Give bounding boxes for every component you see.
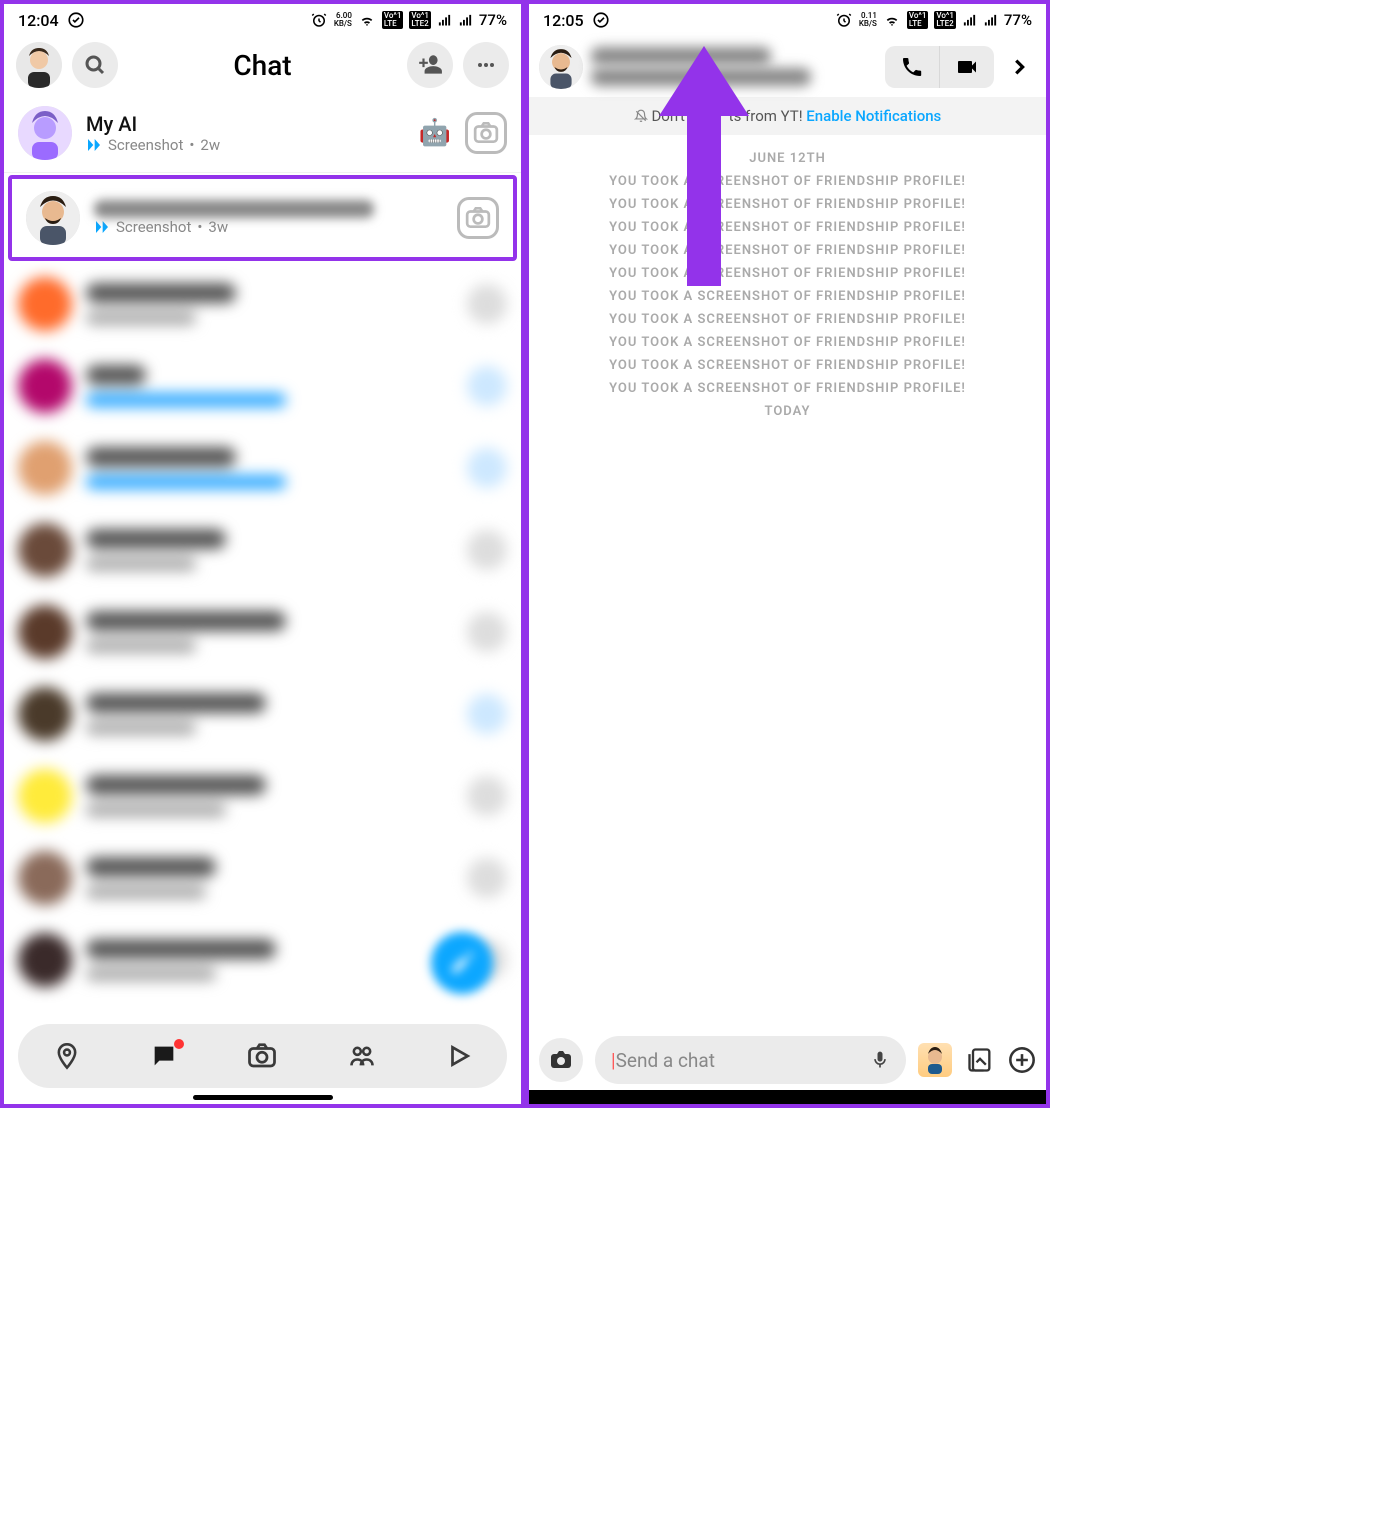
log-line: YOU TOOK A SCREENSHOT OF FRIENDSHIP PROF… xyxy=(541,381,1034,396)
log-date: JUNE 12TH xyxy=(541,151,1034,166)
friend-name-blurred xyxy=(591,44,877,89)
enable-notifications-link[interactable]: Enable Notifications xyxy=(806,107,941,125)
annotation-highlight-box: Screenshot • 3w xyxy=(8,175,517,261)
log-line: YOU TOOK A SCREENSHOT OF FRIENDSHIP PROF… xyxy=(541,289,1034,304)
chat-text-input[interactable]: |Send a chat xyxy=(595,1036,906,1084)
data-speed: 0.11KB/S xyxy=(859,12,877,28)
notification-dot xyxy=(174,1039,184,1049)
alarm-icon xyxy=(310,11,328,29)
robot-icon: 🤖 xyxy=(419,118,451,148)
camera-shortcut[interactable] xyxy=(465,112,507,154)
clock: 12:05 xyxy=(543,11,584,30)
chat-name: My AI xyxy=(86,112,405,136)
log-line: YOU TOOK A SCREENSHOT OF FRIENDSHIP PROF… xyxy=(541,243,1034,258)
signal-icon-1 xyxy=(437,13,452,28)
volte-badge-1: Vo^1LTE xyxy=(907,11,929,29)
conversation-header[interactable] xyxy=(529,36,1046,97)
page-title: Chat xyxy=(128,49,397,82)
wifi-icon xyxy=(883,11,901,29)
battery-text: 77% xyxy=(479,11,507,29)
camera-shortcut[interactable] xyxy=(457,197,499,239)
nav-spotlight[interactable] xyxy=(446,1043,472,1069)
chat-log: JUNE 12TH YOU TOOK A SCREENSHOT OF FRIEN… xyxy=(529,135,1046,437)
nav-stories[interactable] xyxy=(347,1042,377,1070)
chat-row-friend[interactable]: Screenshot • 3w xyxy=(12,179,513,257)
alarm-icon xyxy=(835,11,853,29)
search-button[interactable] xyxy=(72,42,118,88)
clock: 12:04 xyxy=(18,11,59,30)
nav-map[interactable] xyxy=(53,1042,81,1070)
check-icon xyxy=(592,11,610,29)
call-buttons xyxy=(885,46,994,88)
log-line: YOU TOOK A SCREENSHOT OF FRIENDSHIP PROF… xyxy=(541,266,1034,281)
phone-right: 12:05 0.11KB/S Vo^1LTE Vo^1LTE2 77% xyxy=(525,0,1050,1108)
camera-button[interactable] xyxy=(539,1038,583,1082)
chevron-right-icon[interactable] xyxy=(1002,56,1036,78)
video-call-button[interactable] xyxy=(940,46,994,88)
screenshot-icon xyxy=(86,137,102,153)
statusbar: 12:05 0.11KB/S Vo^1LTE Vo^1LTE2 77% xyxy=(529,4,1046,36)
log-today: TODAY xyxy=(541,404,1034,419)
blurred-chat-list xyxy=(4,263,521,1001)
mic-icon[interactable] xyxy=(870,1048,890,1072)
avatar-myai xyxy=(18,106,72,160)
log-line: YOU TOOK A SCREENSHOT OF FRIENDSHIP PROF… xyxy=(541,197,1034,212)
signal-icon-1 xyxy=(962,13,977,28)
volte-badge-1: Vo^1LTE xyxy=(382,11,404,29)
chat-header: Chat xyxy=(4,36,521,94)
volte-badge-2: Vo^1LTE2 xyxy=(934,11,956,29)
avatar-friend xyxy=(539,45,583,89)
log-line: YOU TOOK A SCREENSHOT OF FRIENDSHIP PROF… xyxy=(541,335,1034,350)
voice-call-button[interactable] xyxy=(885,46,939,88)
compose-fab[interactable] xyxy=(431,932,493,994)
signal-icon-2 xyxy=(983,13,998,28)
gallery-icon[interactable] xyxy=(966,1046,994,1074)
chat-name-blurred xyxy=(94,200,443,218)
signal-icon-2 xyxy=(458,13,473,28)
notification-banner[interactable]: Don't misssts from YT! Enable Notificati… xyxy=(529,97,1046,135)
data-speed: 6.00KB/S xyxy=(334,12,352,28)
log-line: YOU TOOK A SCREENSHOT OF FRIENDSHIP PROF… xyxy=(541,358,1034,373)
phone-left: 12:04 6.00KB/S Vo^1LTE Vo^1LTE2 77% xyxy=(0,0,525,1108)
placeholder-text: Send a chat xyxy=(616,1049,715,1072)
avatar-friend xyxy=(26,191,80,245)
log-line: YOU TOOK A SCREENSHOT OF FRIENDSHIP PROF… xyxy=(541,220,1034,235)
profile-avatar[interactable] xyxy=(16,42,62,88)
chat-subtitle: Screenshot • 3w xyxy=(94,218,443,236)
more-button[interactable] xyxy=(463,42,509,88)
battery-text: 77% xyxy=(1004,11,1032,29)
chat-subtitle: Screenshot • 2w xyxy=(86,136,405,154)
screenshot-icon xyxy=(94,219,110,235)
add-icon[interactable] xyxy=(1008,1046,1036,1074)
home-indicator xyxy=(193,1095,333,1100)
log-line: YOU TOOK A SCREENSHOT OF FRIENDSHIP PROF… xyxy=(541,312,1034,327)
bitmoji-sticker-button[interactable] xyxy=(918,1043,952,1077)
statusbar: 12:04 6.00KB/S Vo^1LTE Vo^1LTE2 77% xyxy=(4,4,521,36)
add-friend-button[interactable] xyxy=(407,42,453,88)
nav-chat[interactable] xyxy=(150,1042,178,1070)
nav-bar-black xyxy=(529,1090,1046,1104)
wifi-icon xyxy=(358,11,376,29)
bell-off-icon xyxy=(634,107,652,125)
bottom-nav xyxy=(18,1024,507,1088)
nav-camera[interactable] xyxy=(247,1042,277,1070)
check-icon xyxy=(67,11,85,29)
log-line: YOU TOOK A SCREENSHOT OF FRIENDSHIP PROF… xyxy=(541,174,1034,189)
chat-input-bar: |Send a chat xyxy=(539,1036,1036,1084)
volte-badge-2: Vo^1LTE2 xyxy=(409,11,431,29)
chat-row-myai[interactable]: My AI Screenshot • 2w 🤖 xyxy=(4,94,521,173)
